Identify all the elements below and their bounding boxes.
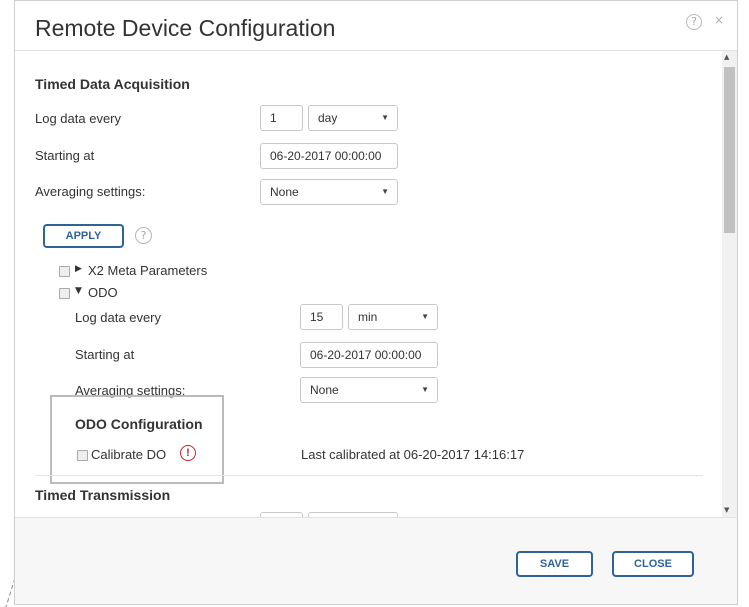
apply-help-icon[interactable]: ?	[135, 227, 152, 244]
averaging-value: None	[270, 185, 299, 199]
odo-checkbox[interactable]	[59, 288, 70, 299]
save-button[interactable]: SAVE	[516, 551, 593, 577]
averaging-settings-label: Averaging settings:	[35, 184, 146, 199]
expand-arrow-icon[interactable]: ▶	[75, 264, 82, 274]
odo-label[interactable]: ODO	[88, 285, 118, 300]
odo-log-unit-value: min	[358, 310, 378, 324]
log-interval-input[interactable]: 1	[260, 105, 303, 131]
chevron-down-icon: ▼	[381, 113, 389, 122]
odo-log-data-every-label: Log data every	[75, 310, 162, 325]
odo-starting-at-label: Starting at	[75, 347, 135, 362]
title-divider	[15, 50, 737, 51]
close-button[interactable]: CLOSE	[612, 551, 694, 577]
start-datetime-input[interactable]: 06-20-2017 00:00:00	[260, 143, 398, 169]
odo-averaging-select[interactable]: None ▼	[300, 377, 438, 403]
odo-log-unit-select[interactable]: min ▼	[348, 304, 438, 330]
scroll-up-icon[interactable]: ▲	[724, 53, 729, 61]
log-data-every-label: Log data every	[35, 111, 122, 126]
dialog-title: Remote Device Configuration	[35, 15, 336, 41]
apply-button[interactable]: APPLY	[43, 224, 124, 248]
close-icon[interactable]: ×	[714, 13, 724, 27]
x2-meta-parameters-label[interactable]: X2 Meta Parameters	[88, 263, 207, 278]
averaging-select[interactable]: None ▼	[260, 179, 398, 205]
scrollbar-thumb[interactable]	[724, 67, 735, 233]
timed-data-acquisition-heading: Timed Data Acquisition	[35, 76, 190, 92]
section-divider	[35, 475, 703, 476]
remote-device-configuration-dialog: Remote Device Configuration ? × Timed Da…	[14, 0, 738, 605]
collapse-arrow-icon[interactable]: ▼	[75, 286, 82, 296]
timed-transmission-heading: Timed Transmission	[35, 487, 171, 503]
x2-meta-parameters-checkbox[interactable]	[59, 266, 70, 277]
chevron-down-icon: ▼	[421, 385, 429, 394]
log-unit-select[interactable]: day ▼	[308, 105, 398, 131]
chevron-down-icon: ▼	[421, 312, 429, 321]
help-icon[interactable]: ?	[686, 14, 702, 30]
log-unit-value: day	[318, 111, 338, 125]
last-calibrated-text: Last calibrated at 06-20-2017 14:16:17	[301, 447, 525, 462]
dialog-footer: SAVE CLOSE	[15, 517, 737, 604]
odo-start-datetime-input[interactable]: 06-20-2017 00:00:00	[300, 342, 438, 368]
callout-highlight-box	[50, 395, 224, 484]
odo-averaging-value: None	[310, 383, 339, 397]
chevron-down-icon: ▼	[381, 187, 389, 196]
starting-at-label: Starting at	[35, 148, 95, 163]
odo-log-interval-input[interactable]: 15	[300, 304, 343, 330]
scroll-down-icon[interactable]: ▼	[724, 506, 729, 514]
